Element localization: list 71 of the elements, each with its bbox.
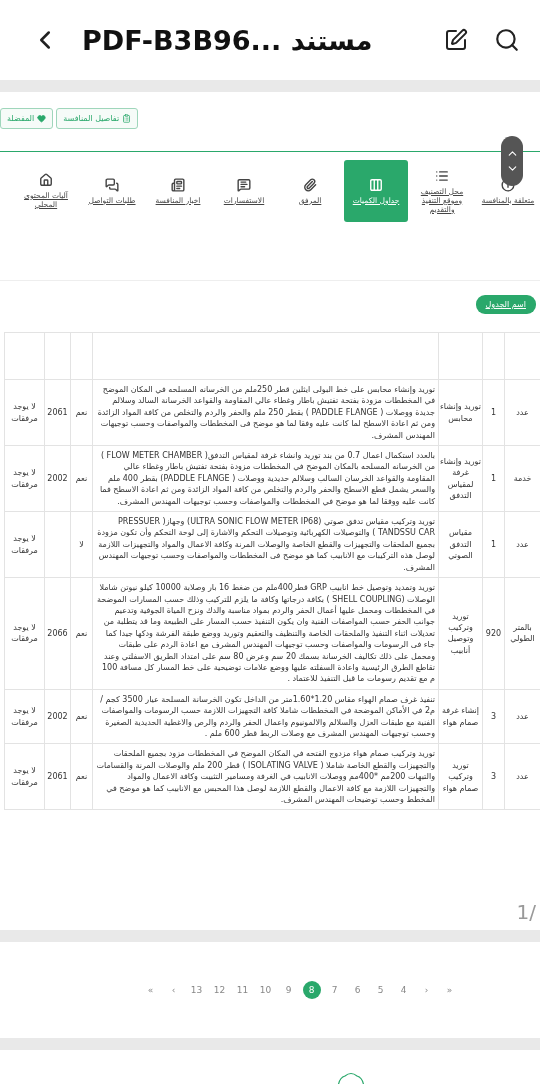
page-link[interactable]: «: [141, 981, 160, 999]
table-cell: بالعدد استكمال اعمال 0.7 من بند توريد وانشاء غرفة لمقياس التدفق( FLOW METER CHAMBER ) من الخرسانه المسلحه بالمكان الموضح في المخططات مزودة بفتحة تفتيش باطار وغطاء عالي المقاومة والقواعد الخرسان السالب وسلالم حديدية ووصلات ( PADDLE FLANGE) بقطر 400 ملم والسعر يشمل قطع الاسطح والحفر والردم والتخلص من كافة المواد الزائدة ومن ثم اعادة الاسطح فما كانت عليه ووفقا لما هو موضح في المخططات والمواصفات وحسب توجيهات المهندس المشرف.: [92, 445, 439, 512]
newspaper-icon: [171, 177, 185, 192]
page-link[interactable]: 12: [210, 981, 229, 999]
message-icon: [237, 177, 251, 192]
table-cell: تنفيذ غرف صمام الهواء مقاس 1.20*1.60متر من الداخل تكون الخرسانة المسلحة عيار 3500 كجم / م2 في الأماكن الموضحة في المخططات شاملا كافة التجهيزات اللازمة حسب الرسومات والمواصفات الفنية مع طبقات العزل والسلالم والالمونيوم واعمال الحفر والردم والرص والاغطية الحديدية الصغيرة وحسب توجيهات المهندس المشرف مع وصلات الربط قطر 600 ملم .: [92, 689, 439, 744]
table-cell: نعم: [70, 445, 93, 512]
table-cell: توريد وإنشاء محابس على خط البولى ايثلين قطر 250ملم من الخرسانه المسلحه في المكان الموضح في المخططات مزودة بفتحة تفتيش باطار وغطاء عالي المقاومة والقواعد الخرسانة السالد وسلالم جديدة ووصلات ( PADDLE FLANGE ) بقطر 250 ملم والحفر والردم والتخلص من كافة المواد الزائدة ومن ثم اعادة الاسطح لما كانت عليه وفقا لما هو موضح فى المخططات والمواصفات وحسب توجيهات المهندس المشرف.: [92, 379, 439, 446]
table-cell: 3: [482, 689, 505, 744]
list-icon: [435, 168, 449, 183]
page-link[interactable]: 7: [325, 981, 344, 999]
page-link[interactable]: ›: [417, 981, 436, 999]
table-cell: إنشاء غرفة صمام هواء: [438, 689, 483, 744]
table-cell: عدد: [504, 379, 540, 446]
table-cell: 920: [482, 577, 505, 690]
table-cell: 3: [482, 743, 505, 810]
table-cell: لا: [70, 511, 93, 578]
table-cell: توريد وتركيب صمام هواء: [438, 743, 483, 810]
table-cell: بالمتر الطولي: [504, 577, 540, 690]
table-cell: نعم: [70, 379, 93, 446]
table-cell: لا يوجد مرفقات: [4, 511, 45, 578]
table-cell: 1: [482, 511, 505, 578]
page-link[interactable]: 4: [394, 981, 413, 999]
table-cell: لا يوجد مرفقات: [4, 445, 45, 512]
table-cell: 2061: [44, 743, 71, 810]
page-number: 1/: [516, 900, 536, 924]
table-cell: توريد وتركيب مقياس تدفق صوتي (ULTRA SONIC FLOW METER IP68) وجهاز( PRESSUER TANDSSU CAR ) والتوصيلات الكهربائية وتوصيلات التحكم والاشارة إلى لوحة التحكم وأن تكون مزودة بجميع الملحقات والتجهيزات والقطع الخاصة والوصلات المرنة وكافة الاعمال والمواد والتجهيزات اللازمة لوصل هذه التركيبات مع الانابيب كما هو موضح فى المخططات والمواصفات وحسب توجيهات المهندس المشرف.: [92, 511, 439, 578]
favorite-button[interactable]: المفضلة: [0, 108, 54, 129]
table-cell: لا يوجد مرفقات: [4, 577, 45, 690]
table-cell: توريد وتركيب صمام هواء مزدوج الفتحه في المكان الموضح في المخططات مزود بجميع الملحقات والتجهيزات والقطع الخاصة شاملا ( ISOLATING VALVE ) قطر 200 ملم والوصلات المرنة والقسامات والتبهات 200مم *400مم ووصلات الانابيب في الغرفة ومسامير التثبيت وكافة الاعمال والمواد والتجهيزات اللازمة مع كافة الاعمال والقطع اللازمة لوصل هذا المحبس مع الانابيب كما هو موضح في المخطط وحسب توضيحات المهندس المشرف.: [92, 743, 439, 810]
table-icon: [369, 177, 383, 192]
table-cell: 2061: [44, 379, 71, 446]
details-button[interactable]: تفاصيل المنافسة: [56, 108, 139, 129]
table-cell: توريد وتركيب وتوصيل أنابيب: [438, 577, 483, 690]
table-cell: لا يوجد مرفقات: [4, 379, 45, 446]
page-link[interactable]: 10: [256, 981, 275, 999]
table-cell: توريد وإنشاء غرفة لمقياس التدفق: [438, 445, 483, 512]
clipboard-icon: [122, 114, 132, 123]
edit-icon: [444, 28, 468, 52]
page-link[interactable]: 6: [348, 981, 367, 999]
paperclip-icon: [303, 177, 317, 192]
table-cell: لا يوجد مرفقات: [4, 689, 45, 744]
house-icon: [39, 173, 53, 187]
page-link[interactable]: 8: [302, 981, 321, 999]
table-cell: عدد: [504, 689, 540, 744]
search-icon: [494, 27, 520, 53]
page-link[interactable]: 13: [187, 981, 206, 999]
page-link[interactable]: 5: [371, 981, 390, 999]
table-cell: خدمة: [504, 445, 540, 512]
heart-icon: [37, 114, 47, 123]
table-cell: 1: [482, 445, 505, 512]
table-cell: 2002: [44, 689, 71, 744]
chat-bubbles-icon: [105, 177, 119, 192]
table-cell: توريد وتمديد وتوصيل خط انابيب GRP قطر400ملم من ضغط 16 بار وصلابة 10000 كيلو نيوتن شاملا الوصلات (SHELL COUPLING ) بكافة درجاتها وكافة ما يلزم للتركيب وذلك حسب المسارات الموضحة في المخططات ومحمل عليها أعمال الحفر والردم بمواد مناسبة والدك ونزح المياة الجوفية وتدعيم جوانب الحفر حسب المواصفات الفنية وان يكون التنفيذ حسب المسار على الطبيعة وما قد يتطلبة من تعديلات اثناء التنفيذ والملحقات الخاصة والتنظيف والتعقيم وتوريد ووضع طبقة الفرشة ودكها جيدا كما جاء فى الرسومات والمواصفات وحسب توجيهات المهندس المشرف مع اعادة الردم على طبقات ومحمل على ذلك تكاليف الخرسانة بسمك 20 سم وعرض 80 سم على امتداد الطريق الاسفلتي وعند تقاطع الطرق الرئيسية واعادة السفلته عليها ووضع علامات توضيحية على خط المسار كل مسافة 100 م مع تقديم رسومات ما قبل التنفيذ للاعتماد .: [92, 577, 439, 690]
document-title: PDF-B3B96... مستند: [82, 24, 374, 56]
table-cell: لا يوجد مرفقات: [4, 743, 45, 810]
table-cell: مقياس التدفق الصوتي: [438, 511, 483, 578]
table-cell: 1: [482, 379, 505, 446]
page-link[interactable]: »: [440, 981, 459, 999]
page-link[interactable]: 11: [233, 981, 252, 999]
page-link[interactable]: 9: [279, 981, 298, 999]
table-cell: نعم: [70, 577, 93, 690]
table-cell: 2066: [44, 577, 71, 690]
table-cell: عدد: [504, 743, 540, 810]
table-cell: توريد وإنشاء محابس: [438, 379, 483, 446]
table-name-button[interactable]: اسم الجدول: [475, 295, 536, 314]
table-cell: نعم: [70, 743, 93, 810]
table-cell: نعم: [70, 689, 93, 744]
table-cell: 2002: [44, 445, 71, 512]
table-cell: عدد: [504, 511, 540, 578]
page-link[interactable]: ‹: [164, 981, 183, 999]
